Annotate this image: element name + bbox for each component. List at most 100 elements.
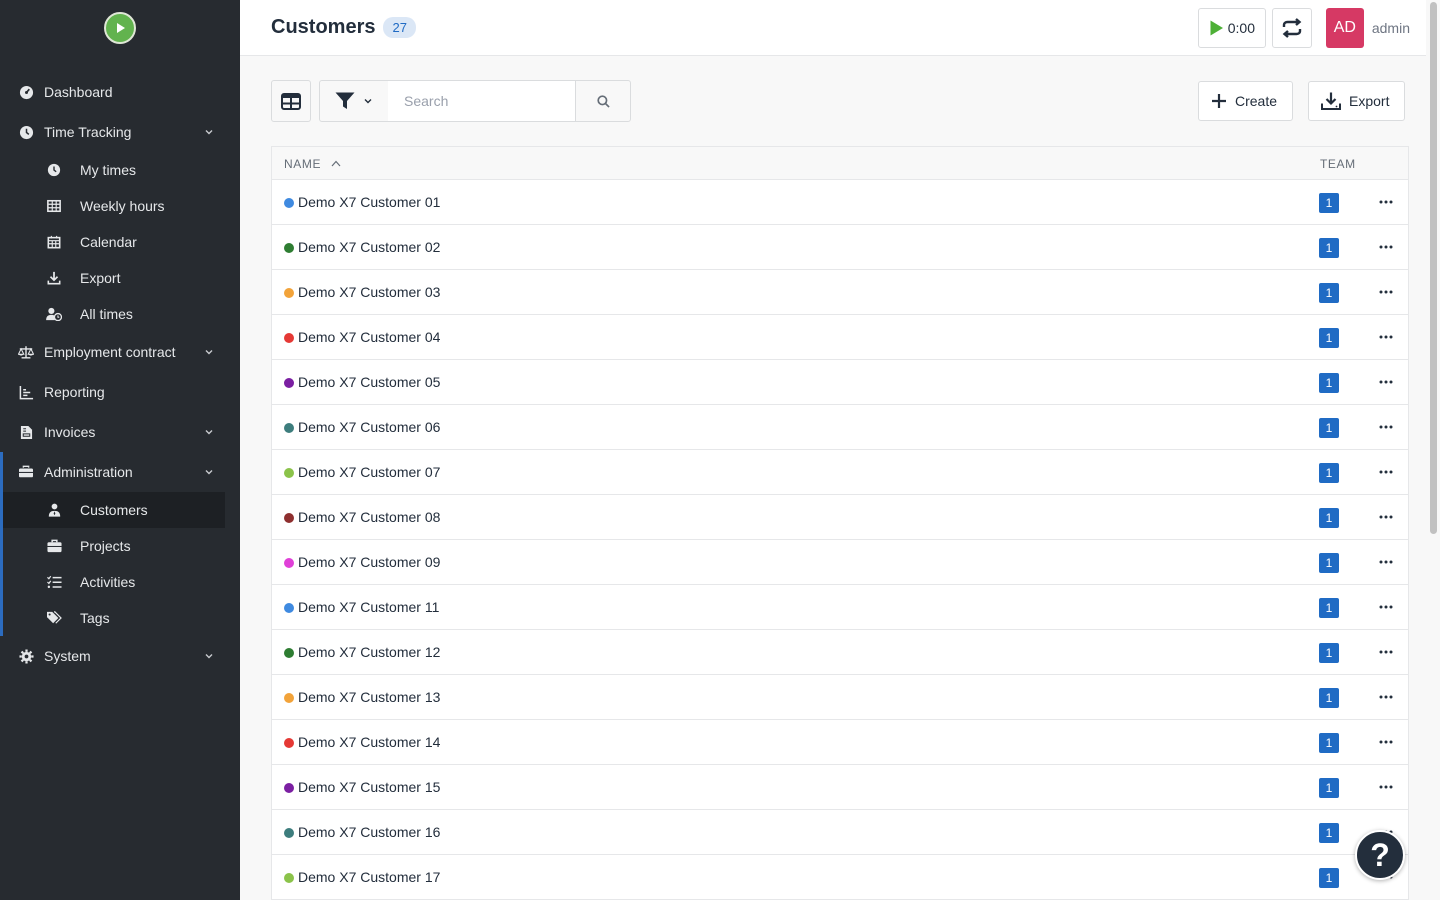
sidebar-item-tags[interactable]: Tags bbox=[3, 600, 240, 636]
team-badge[interactable]: 1 bbox=[1319, 328, 1339, 348]
table-row[interactable]: Demo X7 Customer 17 1 bbox=[272, 855, 1408, 900]
sidebar-item-customers[interactable]: Customers bbox=[3, 492, 225, 528]
more-actions-icon[interactable] bbox=[1376, 599, 1396, 615]
scroll-thumb[interactable] bbox=[1430, 2, 1437, 534]
column-header-name[interactable]: NAME bbox=[284, 157, 341, 171]
table-grid-icon bbox=[46, 198, 62, 214]
team-badge[interactable]: 1 bbox=[1319, 508, 1339, 528]
team-badge[interactable]: 1 bbox=[1319, 373, 1339, 393]
table-row[interactable]: Demo X7 Customer 08 1 bbox=[272, 495, 1408, 540]
customer-name[interactable]: Demo X7 Customer 12 bbox=[298, 644, 440, 660]
team-badge[interactable]: 1 bbox=[1319, 553, 1339, 573]
customer-name[interactable]: Demo X7 Customer 03 bbox=[298, 284, 440, 300]
team-badge[interactable]: 1 bbox=[1319, 733, 1339, 753]
table-columns-button[interactable] bbox=[271, 80, 311, 122]
table-row[interactable]: Demo X7 Customer 15 1 bbox=[272, 765, 1408, 810]
team-badge[interactable]: 1 bbox=[1319, 868, 1339, 888]
more-actions-icon[interactable] bbox=[1376, 329, 1396, 345]
create-button[interactable]: Create bbox=[1198, 81, 1294, 121]
more-actions-icon[interactable] bbox=[1376, 419, 1396, 435]
sidebar-item-reporting[interactable]: Reporting bbox=[0, 372, 240, 412]
table-row[interactable]: Demo X7 Customer 09 1 bbox=[272, 540, 1408, 585]
customer-name[interactable]: Demo X7 Customer 01 bbox=[298, 194, 440, 210]
search-button[interactable] bbox=[575, 80, 631, 122]
sidebar-item-label: Administration bbox=[44, 464, 133, 480]
team-badge[interactable]: 1 bbox=[1319, 823, 1339, 843]
username[interactable]: admin bbox=[1372, 20, 1410, 36]
play-logo-icon[interactable] bbox=[104, 12, 136, 44]
table-row[interactable]: Demo X7 Customer 04 1 bbox=[272, 315, 1408, 360]
export-button[interactable]: Export bbox=[1308, 81, 1406, 121]
more-actions-icon[interactable] bbox=[1376, 374, 1396, 390]
tags-icon bbox=[46, 610, 62, 626]
customer-name[interactable]: Demo X7 Customer 15 bbox=[298, 779, 440, 795]
sidebar-item-activities[interactable]: Activities bbox=[3, 564, 240, 600]
table-row[interactable]: Demo X7 Customer 14 1 bbox=[272, 720, 1408, 765]
customer-color-dot bbox=[284, 873, 294, 883]
team-badge[interactable]: 1 bbox=[1319, 418, 1339, 438]
customer-name[interactable]: Demo X7 Customer 17 bbox=[298, 869, 440, 885]
sidebar-item-all-times[interactable]: All times bbox=[0, 296, 240, 332]
table-row[interactable]: Demo X7 Customer 02 1 bbox=[272, 225, 1408, 270]
customer-name[interactable]: Demo X7 Customer 11 bbox=[298, 599, 439, 615]
sidebar-item-employment-contract[interactable]: Employment contract bbox=[0, 332, 240, 372]
more-actions-icon[interactable] bbox=[1376, 689, 1396, 705]
customer-name[interactable]: Demo X7 Customer 13 bbox=[298, 689, 440, 705]
team-badge[interactable]: 1 bbox=[1319, 643, 1339, 663]
team-badge[interactable]: 1 bbox=[1319, 598, 1339, 618]
more-actions-icon[interactable] bbox=[1376, 464, 1396, 480]
column-header-team[interactable]: TEAM bbox=[1320, 157, 1356, 171]
team-badge[interactable]: 1 bbox=[1319, 688, 1339, 708]
customer-name[interactable]: Demo X7 Customer 08 bbox=[298, 509, 440, 525]
customer-name[interactable]: Demo X7 Customer 07 bbox=[298, 464, 440, 480]
start-timer-button[interactable]: 0:00 bbox=[1197, 8, 1266, 48]
more-actions-icon[interactable] bbox=[1376, 194, 1396, 210]
table-row[interactable]: Demo X7 Customer 03 1 bbox=[272, 270, 1408, 315]
team-badge[interactable]: 1 bbox=[1319, 283, 1339, 303]
sidebar-item-invoices[interactable]: Invoices bbox=[0, 412, 240, 452]
team-badge[interactable]: 1 bbox=[1319, 778, 1339, 798]
more-actions-icon[interactable] bbox=[1376, 644, 1396, 660]
customer-name[interactable]: Demo X7 Customer 04 bbox=[298, 329, 440, 345]
team-badge[interactable]: 1 bbox=[1319, 193, 1339, 213]
more-actions-icon[interactable] bbox=[1376, 284, 1396, 300]
table-row[interactable]: Demo X7 Customer 06 1 bbox=[272, 405, 1408, 450]
sidebar-item-weekly-hours[interactable]: Weekly hours bbox=[0, 188, 240, 224]
sync-button[interactable] bbox=[1271, 8, 1312, 48]
sidebar-item-export[interactable]: Export bbox=[0, 260, 240, 296]
team-badge[interactable]: 1 bbox=[1319, 463, 1339, 483]
more-actions-icon[interactable] bbox=[1376, 554, 1396, 570]
sync-icon bbox=[1282, 18, 1302, 38]
sidebar-item-administration[interactable]: Administration bbox=[3, 452, 240, 492]
customer-name[interactable]: Demo X7 Customer 05 bbox=[298, 374, 440, 390]
table-row[interactable]: Demo X7 Customer 13 1 bbox=[272, 675, 1408, 720]
customer-name[interactable]: Demo X7 Customer 06 bbox=[298, 419, 440, 435]
search-input[interactable] bbox=[388, 80, 576, 122]
sidebar-item-projects[interactable]: Projects bbox=[3, 528, 240, 564]
customer-name[interactable]: Demo X7 Customer 02 bbox=[298, 239, 440, 255]
table-row[interactable]: Demo X7 Customer 05 1 bbox=[272, 360, 1408, 405]
customer-name[interactable]: Demo X7 Customer 16 bbox=[298, 824, 440, 840]
table-row[interactable]: Demo X7 Customer 12 1 bbox=[272, 630, 1408, 675]
more-actions-icon[interactable] bbox=[1376, 239, 1396, 255]
table-row[interactable]: Demo X7 Customer 07 1 bbox=[272, 450, 1408, 495]
more-actions-icon[interactable] bbox=[1376, 509, 1396, 525]
table-row[interactable]: Demo X7 Customer 01 1 bbox=[272, 180, 1408, 225]
filter-dropdown-button[interactable] bbox=[319, 80, 389, 122]
more-actions-icon[interactable] bbox=[1376, 734, 1396, 750]
sidebar-item-system[interactable]: System bbox=[0, 636, 240, 676]
sidebar-item-my-times[interactable]: My times bbox=[0, 152, 240, 188]
customer-name[interactable]: Demo X7 Customer 09 bbox=[298, 554, 440, 570]
sidebar-nav: Dashboard Time Tracking My times Weekly … bbox=[0, 72, 240, 452]
table-row[interactable]: Demo X7 Customer 11 1 bbox=[272, 585, 1408, 630]
page-scrollbar[interactable] bbox=[1426, 0, 1440, 900]
table-row[interactable]: Demo X7 Customer 16 1 bbox=[272, 810, 1408, 855]
sidebar-item-time-tracking[interactable]: Time Tracking bbox=[0, 112, 240, 152]
sidebar-item-dashboard[interactable]: Dashboard bbox=[0, 72, 240, 112]
more-actions-icon[interactable] bbox=[1376, 779, 1396, 795]
team-badge[interactable]: 1 bbox=[1319, 238, 1339, 258]
sidebar-item-calendar[interactable]: Calendar bbox=[0, 224, 240, 260]
avatar[interactable]: AD bbox=[1325, 8, 1364, 48]
help-button[interactable]: ? bbox=[1355, 830, 1405, 880]
customer-name[interactable]: Demo X7 Customer 14 bbox=[298, 734, 440, 750]
